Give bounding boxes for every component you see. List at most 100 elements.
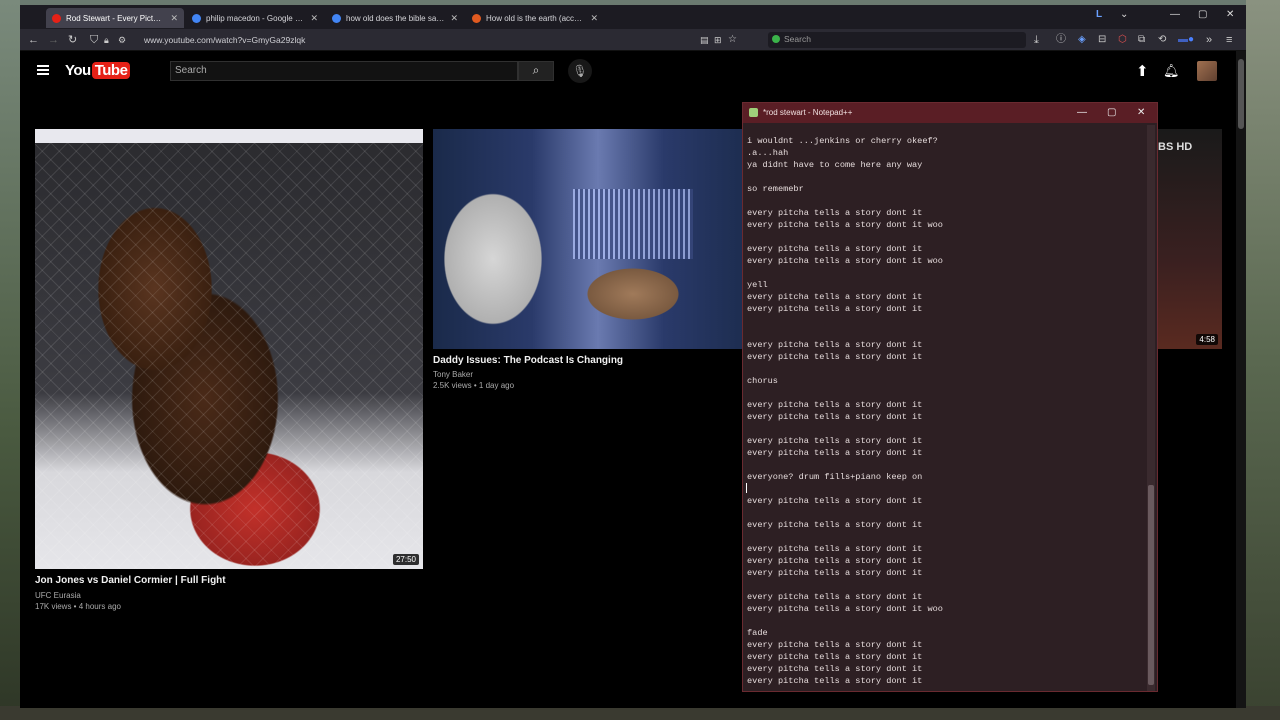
tab-earth-age[interactable]: How old is the earth (according ✕ [466, 8, 604, 28]
text-line [747, 423, 1147, 435]
shield-icon[interactable]: ⛉ [90, 33, 98, 47]
account-icon[interactable]: ● [1188, 33, 1194, 47]
tab-google-bible[interactable]: how old does the bible say the ✕ [326, 8, 464, 28]
text-line: every pitcha tells a story dont it [747, 412, 923, 422]
addon-icon[interactable]: ⬡ [1118, 33, 1127, 47]
notepad-title-bar[interactable]: *rod stewart - Notepad++ — ▢ ✕ [743, 103, 1157, 123]
close-window-icon[interactable]: ✕ [1137, 107, 1145, 118]
maximize-icon[interactable]: ▢ [1107, 107, 1116, 118]
url-bar[interactable]: www.youtube.com/watch?v=GmyGa29zlqk [144, 33, 305, 47]
reader-view-icon[interactable]: ▤ [700, 33, 709, 47]
text-line [747, 387, 1147, 399]
text-line [747, 195, 1147, 207]
google-favicon-icon [332, 13, 341, 23]
text-cursor [746, 483, 747, 493]
text-line: yell [747, 280, 768, 290]
video-meta: 2.5K views • 1 day ago [433, 381, 515, 390]
page-scrollbar[interactable] [1236, 51, 1246, 708]
permissions-icon[interactable]: ⚙ [118, 33, 126, 47]
download-icon[interactable]: ⤓ [1034, 33, 1039, 47]
vpn-icon[interactable]: ▬ [1178, 33, 1188, 47]
menu-icon[interactable]: ≡ [1226, 33, 1232, 47]
tab-google-philip[interactable]: philip macedon - Google Search ✕ [186, 8, 324, 28]
text-line: i wouldnt ...jenkins or cherry okeef? [747, 136, 938, 146]
close-tab-icon[interactable]: ✕ [310, 13, 318, 24]
video-duration: 27:50 [392, 554, 419, 565]
text-line [747, 171, 1147, 183]
video-thumbnail-podcast[interactable] [433, 129, 763, 349]
minimize-icon[interactable]: — [1077, 107, 1087, 118]
text-line: every pitcha tells a story dont it [747, 568, 923, 578]
notepad-window: *rod stewart - Notepad++ — ▢ ✕ i wouldnt… [742, 102, 1158, 692]
close-tab-icon[interactable]: ✕ [590, 13, 598, 24]
text-line: every pitcha tells a story dont it [747, 592, 923, 602]
microphone-icon[interactable]: 🎙︎ [568, 59, 592, 83]
profile-icon[interactable]: L [1096, 9, 1102, 20]
close-window-icon[interactable]: ✕ [1226, 9, 1234, 20]
notepad-text-area[interactable]: i wouldnt ...jenkins or cherry okeef? .a.… [743, 123, 1147, 691]
extension-icon[interactable]: ◈ [1078, 33, 1086, 47]
maximize-icon[interactable]: ▢ [1198, 9, 1207, 20]
channel-badge: BS HD [1158, 141, 1193, 153]
text-line: every pitcha tells a story dont it woo [747, 604, 943, 614]
text-line: everyone? drum fills+piano keep on [747, 472, 923, 482]
avatar[interactable] [1197, 61, 1217, 81]
text-line [747, 507, 1147, 519]
video-channel[interactable]: Tony Baker [433, 370, 473, 379]
text-line: chorus [747, 376, 778, 386]
text-line: every pitcha tells a story dont it woo [747, 220, 943, 230]
desktop-background-right [1246, 0, 1280, 720]
text-line [747, 327, 1147, 339]
video-title[interactable]: Jon Jones vs Daniel Cormier | Full Fight [35, 575, 226, 586]
minimize-icon[interactable]: — [1170, 9, 1180, 20]
screenshot-icon[interactable]: ⊞ [714, 33, 722, 47]
video-channel[interactable]: UFC Eurasia [35, 591, 81, 600]
notepad-scrollbar[interactable] [1147, 125, 1155, 691]
text-line: every pitcha tells a story dont it [747, 640, 923, 650]
info-icon[interactable]: ⓘ [1056, 33, 1066, 47]
video-meta: 17K views • 4 hours ago [35, 602, 121, 611]
text-line: every pitcha tells a story dont it [747, 448, 923, 458]
forward-icon[interactable]: → [48, 33, 59, 47]
text-line: every pitcha tells a story dont it [747, 544, 923, 554]
tab-youtube[interactable]: Rod Stewart - Every Picture Tell ✕ [46, 8, 184, 28]
search-icon[interactable]: ⌕ [518, 61, 554, 81]
bookmark-star-icon[interactable]: ☆ [728, 33, 737, 47]
lock-icon[interactable]: 🔒︎ [104, 33, 109, 47]
youtube-logo[interactable]: You Tube [65, 62, 131, 79]
list-tabs-icon[interactable]: ⌄ [1120, 9, 1128, 20]
desktop-background-left [0, 0, 20, 720]
close-tab-icon[interactable]: ✕ [170, 13, 178, 24]
text-line [747, 579, 1147, 591]
overflow-icon[interactable]: » [1206, 33, 1212, 47]
browser-search-input[interactable]: Search [768, 32, 1026, 48]
text-line: every pitcha tells a story dont it [747, 556, 923, 566]
youtube-search-input[interactable]: Search [170, 61, 518, 81]
text-line [747, 459, 1147, 471]
text-line: every pitcha tells a story dont it [747, 652, 923, 662]
video-duration: 4:58 [1196, 334, 1218, 345]
reload-icon[interactable]: ↻ [68, 33, 77, 47]
video-thumbnail-ufc[interactable]: 27:50 [35, 129, 423, 569]
text-line [747, 363, 1147, 375]
desktop-taskbar-edge [0, 706, 1280, 720]
text-line [747, 315, 1147, 327]
text-line [747, 231, 1147, 243]
hamburger-menu-icon[interactable] [37, 65, 49, 75]
sync-icon[interactable]: ⟲ [1158, 33, 1166, 47]
upload-icon[interactable]: ⬆ [1136, 62, 1149, 80]
notifications-bell-icon[interactable]: 🔔︎ [1163, 63, 1180, 79]
puzzle-icon[interactable]: ⧉ [1138, 33, 1145, 47]
container-icon[interactable]: ⊟ [1098, 33, 1106, 47]
text-line: .a...hah [747, 148, 789, 158]
close-tab-icon[interactable]: ✕ [450, 13, 458, 24]
text-line [747, 531, 1147, 543]
youtube-header: You Tube Search ⌕ 🎙︎ ⬆ 🔔︎ [20, 51, 1246, 93]
tab-bar: Rod Stewart - Every Picture Tell ✕ phili… [20, 5, 1246, 29]
video-thumbnail-partial[interactable]: BS HD 4:58 [1150, 129, 1222, 349]
back-icon[interactable]: ← [28, 33, 39, 47]
google-favicon-icon [192, 13, 201, 23]
text-line: every pitcha tells a story dont it woo [747, 256, 943, 266]
video-title[interactable]: Daddy Issues: The Podcast Is Changing [433, 355, 623, 366]
text-line: so rememebr [747, 184, 804, 194]
